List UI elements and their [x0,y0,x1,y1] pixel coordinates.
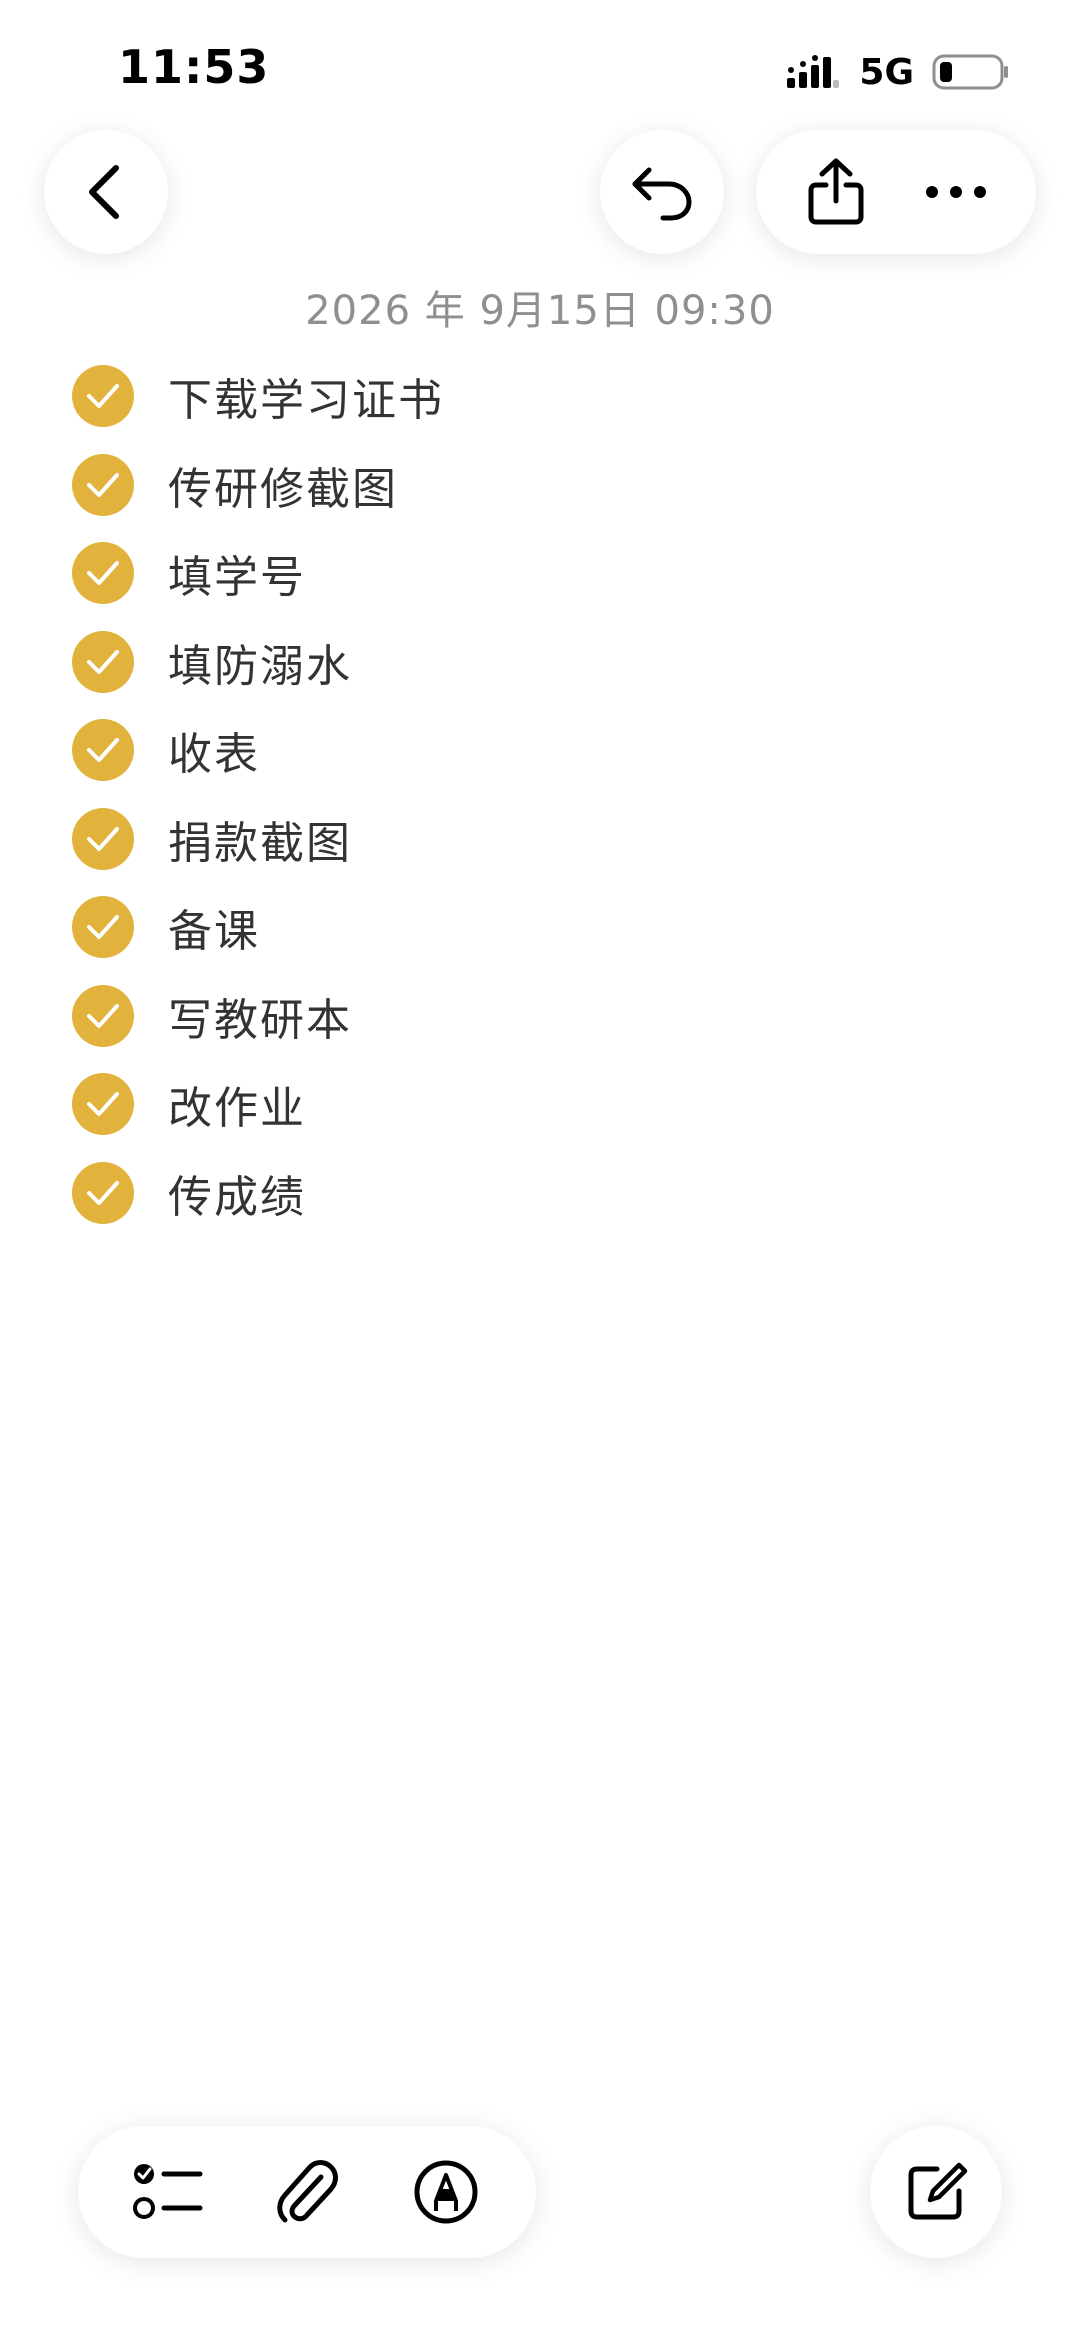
checklist-item-label[interactable]: 下载学习证书 [168,364,444,428]
checklist-item[interactable]: 收表 [72,706,444,795]
checked-circle-icon[interactable] [72,1161,134,1224]
more-button[interactable] [906,142,1006,242]
network-type: 5G [859,51,914,93]
checked-circle-icon[interactable] [72,984,134,1047]
notes-screen: 11:53 5G 2026 年 9月15日 09:30 下载学习证书 传研修截图… [0,0,1080,2337]
checklist-item-label[interactable]: 收表 [168,718,260,782]
checklist-item[interactable]: 传成绩 [72,1149,444,1238]
checklist-item-label[interactable]: 备课 [168,895,260,959]
markup-pen-icon [414,2160,478,2224]
actions-pill [756,130,1036,254]
share-icon [808,158,864,225]
checklist-item-label[interactable]: 捐款截图 [168,807,352,871]
checklist-item[interactable]: 填学号 [72,529,444,618]
checked-circle-icon[interactable] [72,719,134,782]
note-date: 2026 年 9月15日 09:30 [305,288,775,334]
markup-button[interactable] [391,2137,501,2247]
checked-circle-icon[interactable] [72,807,134,870]
checklist-item[interactable]: 备课 [72,883,444,972]
checklist-item[interactable]: 下载学习证书 [72,352,444,441]
checked-circle-icon[interactable] [72,453,134,516]
checklist-item-label[interactable]: 填防溺水 [168,630,352,694]
checklist-item[interactable]: 捐款截图 [72,795,444,884]
checked-circle-icon[interactable] [72,542,134,605]
checklist-item-label[interactable]: 传研修截图 [168,453,398,517]
share-button[interactable] [786,142,886,242]
checklist-item[interactable]: 传研修截图 [72,441,444,530]
status-time: 11:53 [118,40,270,94]
checked-circle-icon[interactable] [72,365,134,428]
status-bar-right: 5G [785,50,1010,94]
back-button[interactable] [44,130,168,254]
checklist-icon [132,2164,203,2219]
checklist-item[interactable]: 改作业 [72,1060,444,1149]
checklist-item-label[interactable]: 传成绩 [168,1161,306,1225]
checklist: 下载学习证书 传研修截图 填学号 填防溺水 收表 捐款截图 备课 写教研本 改作… [72,352,444,1237]
back-chevron-icon [89,165,119,219]
checklist-item[interactable]: 填防溺水 [72,618,444,707]
checked-circle-icon[interactable] [72,1073,134,1136]
battery-icon [932,54,1008,90]
bottom-toolbar [78,2126,536,2258]
checklist-item-label[interactable]: 写教研本 [168,984,352,1048]
checklist-button[interactable] [113,2137,223,2247]
more-dots-icon [926,186,986,198]
compose-icon [908,2162,968,2220]
undo-button[interactable] [600,130,724,254]
paperclip-icon [277,2160,338,2223]
compose-button[interactable] [870,2126,1002,2258]
undo-icon [632,167,692,221]
checked-circle-icon[interactable] [72,630,134,693]
checklist-item[interactable]: 写教研本 [72,972,444,1061]
attach-button[interactable] [252,2137,362,2247]
checklist-item-label[interactable]: 填学号 [168,541,306,605]
checklist-item-label[interactable]: 改作业 [168,1072,306,1136]
signal-icon [787,55,840,88]
checked-circle-icon[interactable] [72,896,134,959]
